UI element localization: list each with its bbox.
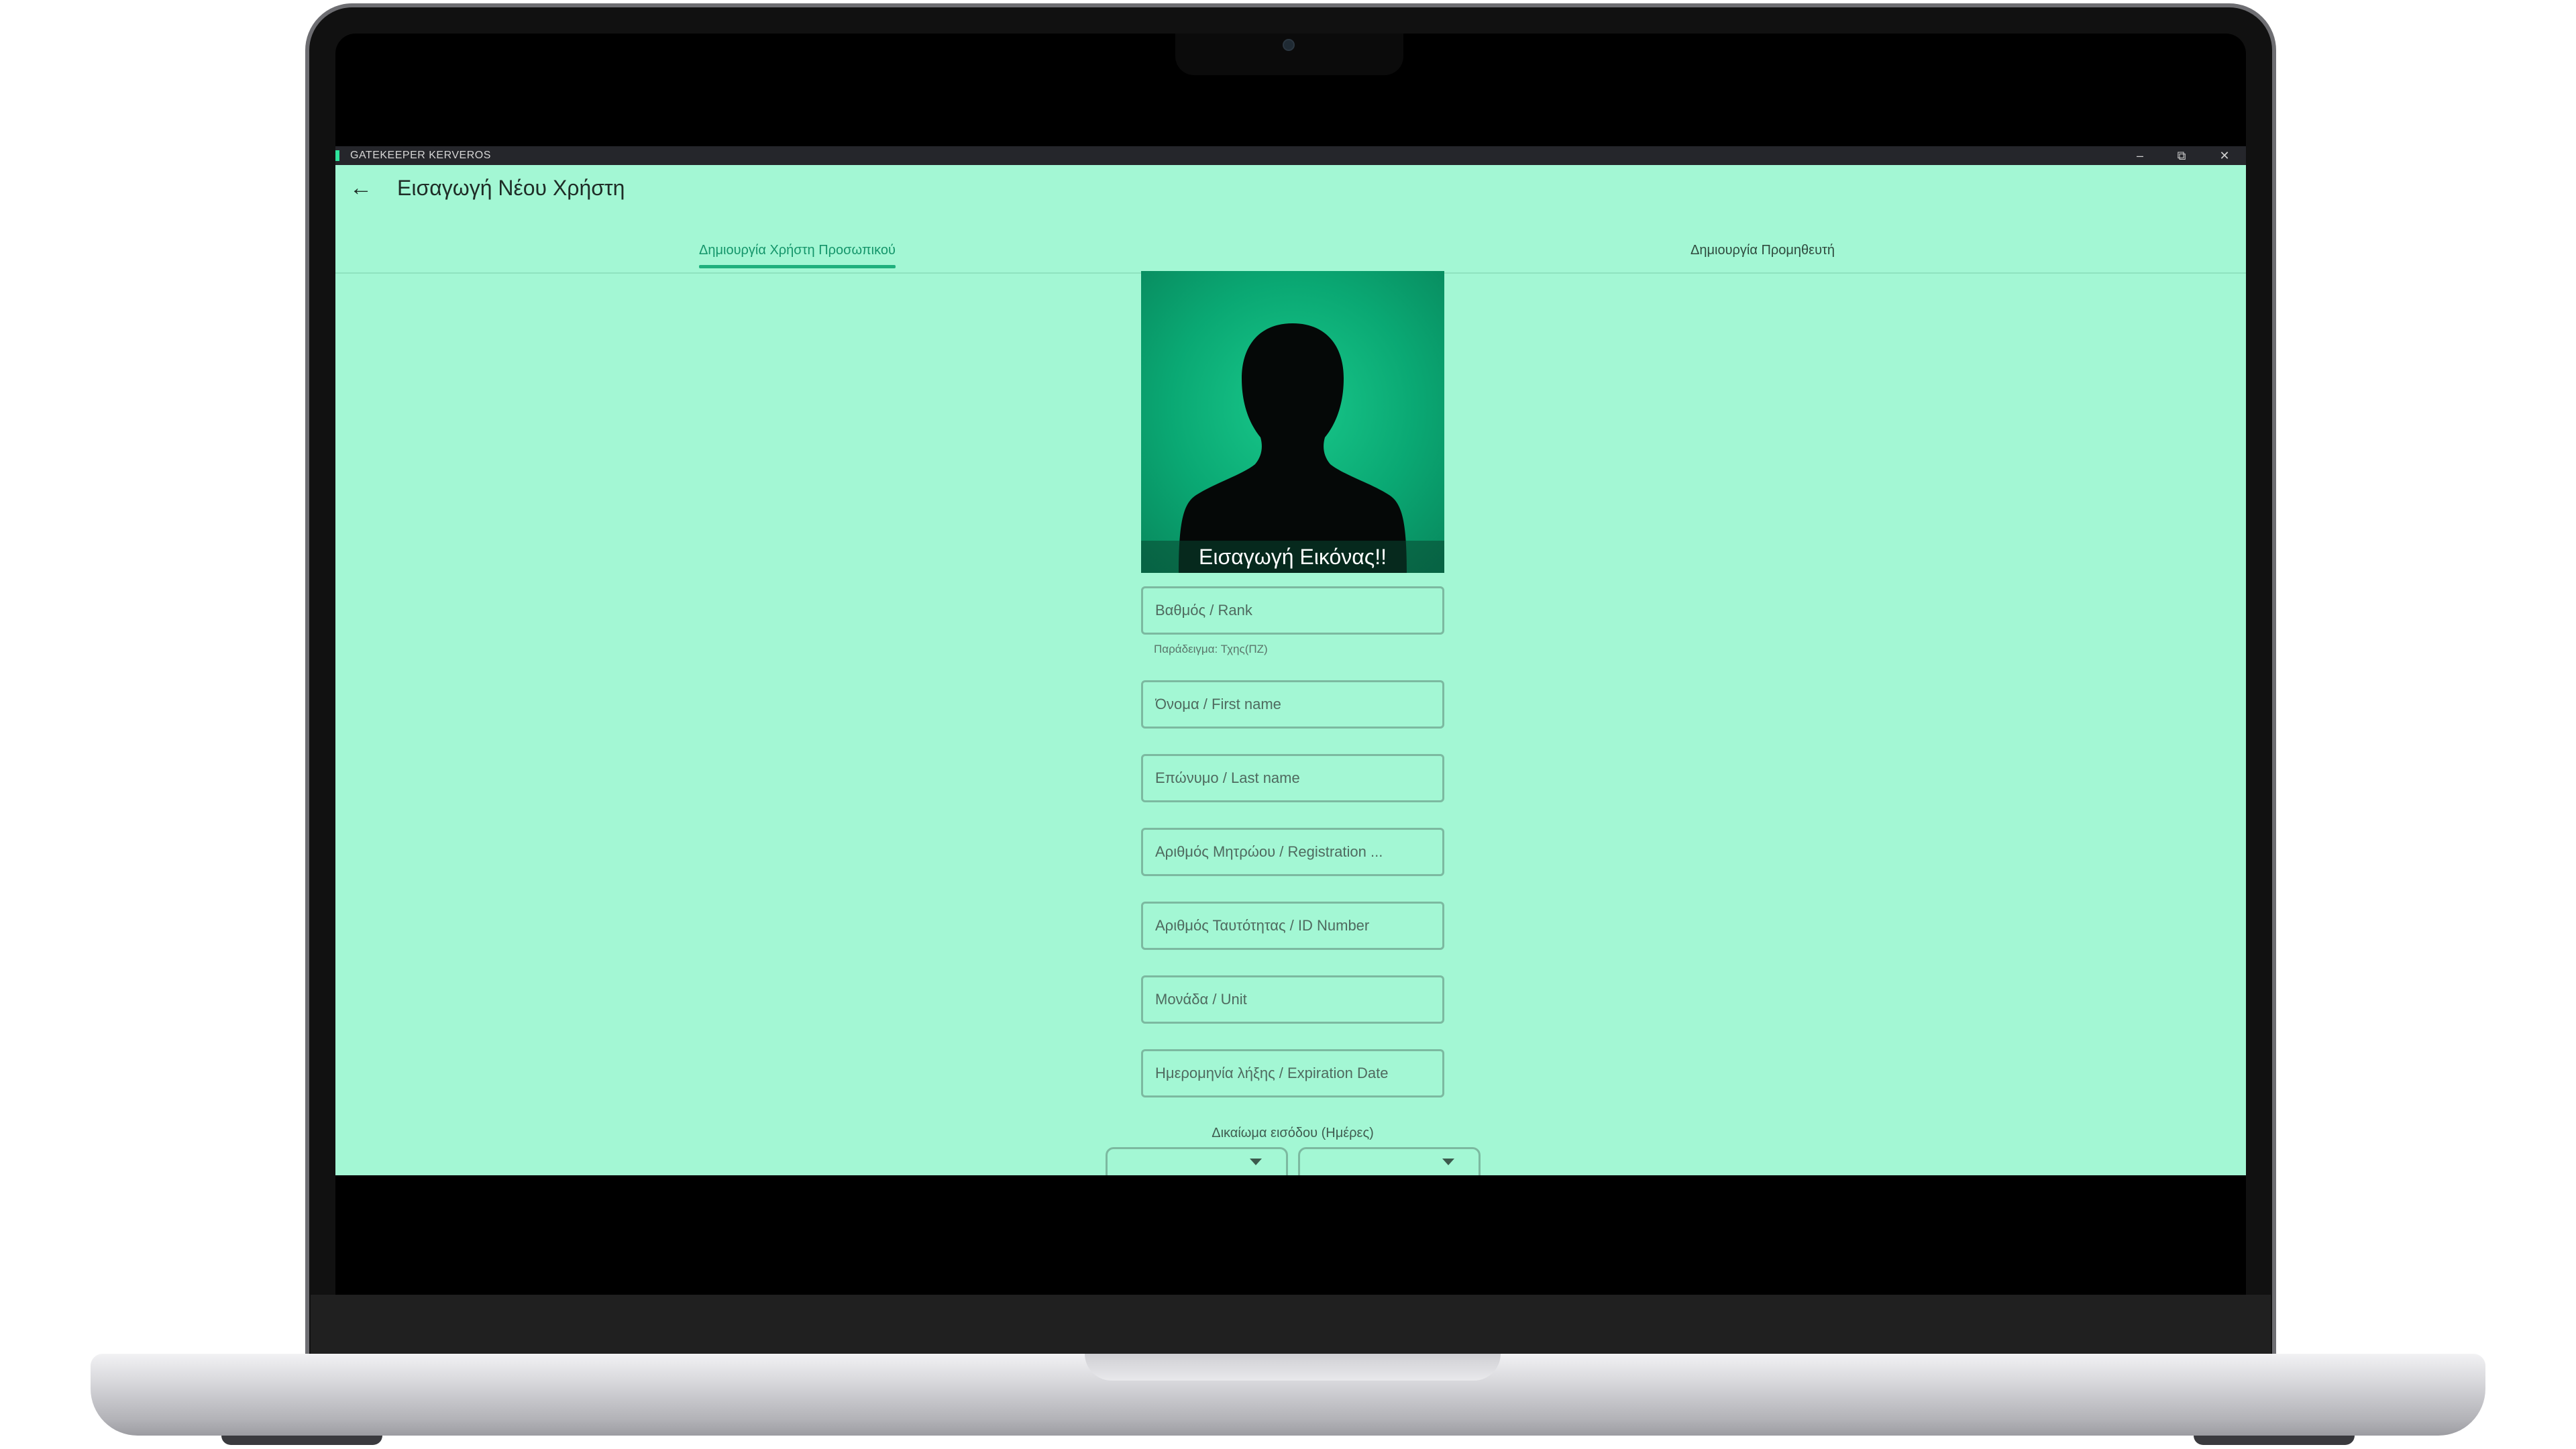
unit-placeholder: Μονάδα / Unit: [1155, 991, 1247, 1008]
tab-label: Δημιουργία Χρήστη Προσωπικού: [699, 243, 896, 258]
active-tab-indicator: [699, 265, 896, 268]
unit-field[interactable]: Μονάδα / Unit: [1141, 975, 1444, 1024]
app-window: GATEKEEPER KERVEROS – ⧉ ✕ ← Εισαγωγή Νέο…: [335, 146, 2246, 1175]
id-number-placeholder: Αριθμός Ταυτότητας / ID Number: [1155, 917, 1370, 934]
bezel-bottom-band: [311, 1295, 2271, 1355]
webcam: [1283, 39, 1295, 51]
first-name-field[interactable]: Όνομα / First name: [1141, 680, 1444, 729]
photo-caption: Εισαγωγή Εικόνας!!: [1141, 541, 1444, 573]
back-arrow-icon[interactable]: ←: [343, 170, 378, 205]
last-name-placeholder: Επώνυμο / Last name: [1155, 769, 1300, 786]
app-icon: [335, 150, 339, 161]
entry-days-select-to[interactable]: [1298, 1147, 1481, 1175]
chevron-down-icon: [1250, 1159, 1262, 1165]
window-titlebar: GATEKEEPER KERVEROS – ⧉ ✕: [335, 146, 2246, 165]
maximize-icon[interactable]: ⧉: [2161, 146, 2202, 165]
laptop-frame: GATEKEEPER KERVEROS – ⧉ ✕ ← Εισαγωγή Νέο…: [0, 0, 2576, 1449]
entry-rights-label: Δικαίωμα εισόδου (Ημέρες): [1212, 1126, 1374, 1140]
tab-label: Δημιουργία Προμηθευτή: [1690, 243, 1835, 258]
rank-placeholder: Βαθμός / Rank: [1155, 602, 1252, 619]
laptop-foot-right: [2194, 1436, 2355, 1445]
window-title: GATEKEEPER KERVEROS: [350, 150, 491, 161]
app-bar: ← Εισαγωγή Νέου Χρήστη: [335, 165, 2246, 212]
entry-days-select-from[interactable]: [1106, 1147, 1288, 1175]
expiration-date-field[interactable]: Ημερομηνία λήξης / Expiration Date: [1141, 1049, 1444, 1097]
laptop-foot-left: [221, 1436, 382, 1445]
tab-create-personnel-user[interactable]: Δημιουργία Χρήστη Προσωπικού: [699, 240, 896, 268]
tab-bar: Δημιουργία Χρήστη Προσωπικού Δημιουργία …: [335, 225, 2246, 274]
profile-photo-picker[interactable]: Εισαγωγή Εικόνας!!: [1141, 271, 1444, 573]
registration-placeholder: Αριθμός Μητρώου / Registration ...: [1155, 843, 1383, 860]
last-name-field[interactable]: Επώνυμο / Last name: [1141, 754, 1444, 802]
minimize-icon[interactable]: –: [2120, 146, 2160, 165]
registration-number-field[interactable]: Αριθμός Μητρώου / Registration ...: [1141, 828, 1444, 876]
rank-helper-text: Παράδειγμα: Τχης(ΠΖ): [1154, 643, 1268, 655]
user-silhouette-icon: [1179, 323, 1407, 573]
close-icon[interactable]: ✕: [2204, 146, 2245, 165]
first-name-placeholder: Όνομα / First name: [1155, 696, 1281, 712]
tab-create-supplier[interactable]: Δημιουργία Προμηθευτή: [1690, 240, 1835, 264]
rank-field[interactable]: Βαθμός / Rank: [1141, 586, 1444, 635]
chevron-down-icon: [1442, 1159, 1454, 1165]
page-title: Εισαγωγή Νέου Χρήστη: [397, 176, 625, 200]
laptop-open-notch: [1085, 1354, 1501, 1381]
id-number-field[interactable]: Αριθμός Ταυτότητας / ID Number: [1141, 902, 1444, 950]
expiration-placeholder: Ημερομηνία λήξης / Expiration Date: [1155, 1065, 1389, 1081]
